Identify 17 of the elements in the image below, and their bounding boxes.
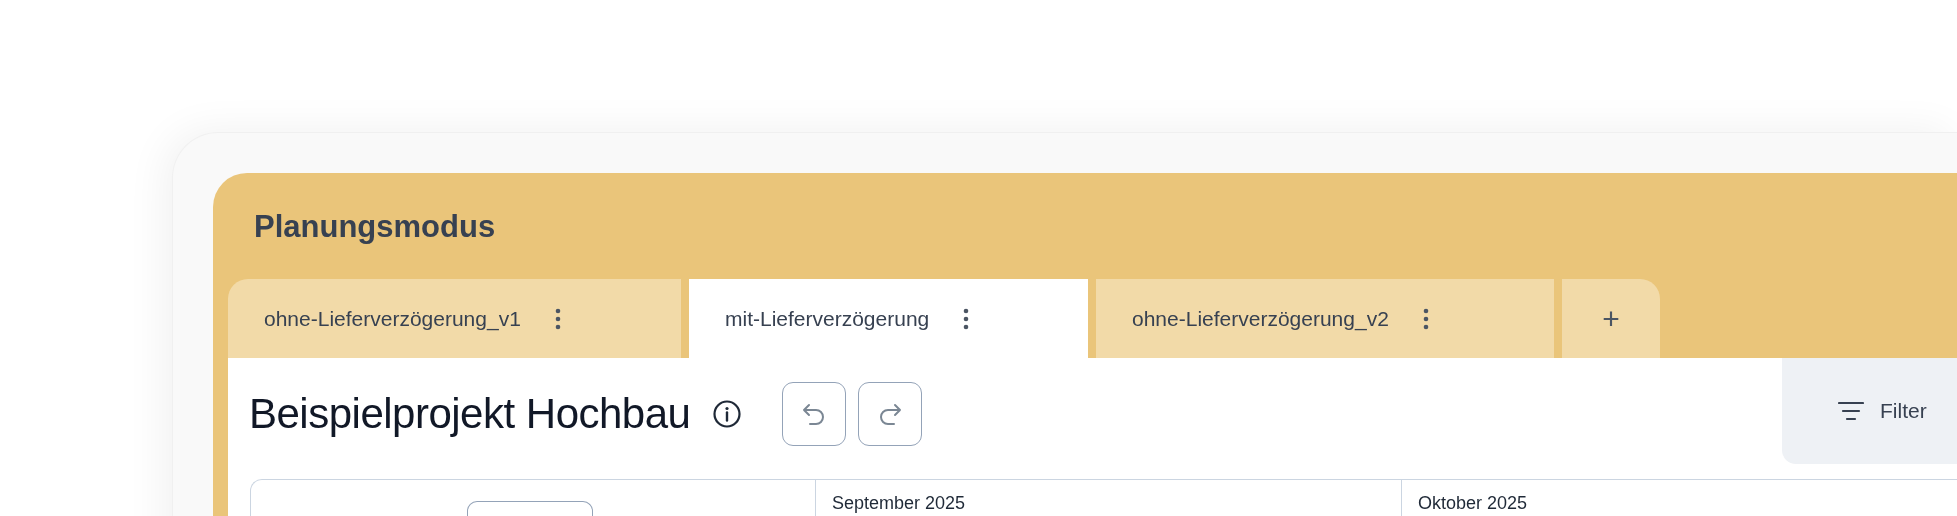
more-icon[interactable] (1422, 307, 1429, 330)
add-tab-button[interactable]: + (1562, 279, 1660, 358)
filter-button[interactable]: Filter (1838, 399, 1927, 423)
info-icon[interactable] (712, 399, 743, 429)
more-icon[interactable] (554, 307, 561, 330)
month-heading: September 2025 (832, 493, 966, 513)
redo-button[interactable] (858, 382, 923, 446)
undo-button[interactable] (782, 382, 847, 446)
tab[interactable]: ohne-Lieferverzögerung_v1 (228, 279, 681, 358)
panel-title: Planungsmodus (253, 208, 497, 246)
filter-icon (1838, 401, 1864, 421)
redo-icon (877, 402, 904, 426)
month-heading: Oktober 2025 (1418, 493, 1528, 513)
more-icon[interactable] (963, 307, 970, 330)
project-title: Beispielprojekt Hochbau (249, 390, 691, 438)
tab[interactable]: mit-Lieferverzögerung (689, 279, 1088, 358)
tab[interactable]: ohne-Lieferverzögerung_v2 (1096, 279, 1554, 358)
